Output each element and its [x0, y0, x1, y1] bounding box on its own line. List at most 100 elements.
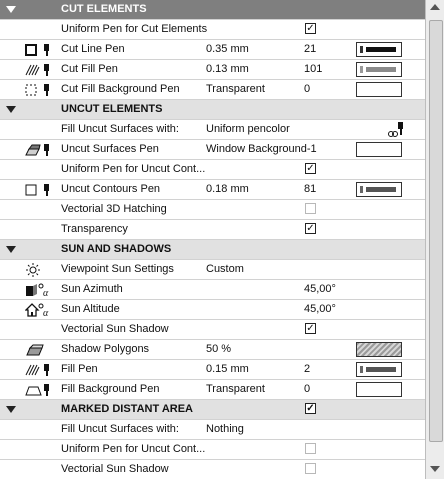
row-label: Fill Uncut Surfaces with: — [61, 123, 179, 135]
row-label: Transparency — [61, 223, 128, 235]
row-uniform-pen-cut[interactable]: Uniform Pen for Cut Elements ✓ — [0, 20, 425, 40]
row-label: Uncut Contours Pen — [61, 183, 161, 195]
row-label: Vectorial 3D Hatching — [61, 203, 167, 215]
row-label: Vectorial Sun Shadow — [61, 463, 169, 475]
shadow-percent[interactable]: 50 % — [206, 343, 231, 355]
pen-color-value: Window Background-1 — [206, 143, 317, 155]
row-label: Uncut Surfaces Pen — [61, 143, 159, 155]
fill-pen-icon — [25, 64, 49, 76]
pen-number: 0 — [304, 83, 311, 95]
row-sun-altitude[interactable]: α Sun Altitude 45,00° — [0, 300, 425, 320]
row-fill-uncut-surfaces[interactable]: Fill Uncut Surfaces with: Uniform pencol… — [0, 120, 425, 140]
row-transparency[interactable]: Transparency ✓ — [0, 220, 425, 240]
surface-pen-icon — [25, 144, 49, 156]
pen-number: 81 — [304, 183, 317, 195]
transparency-checkbox[interactable]: ✓ — [305, 223, 316, 234]
section-cut-elements[interactable]: CUT ELEMENTS — [0, 0, 425, 20]
row-uncut-surfaces-pen[interactable]: Uncut Surfaces Pen Window Background-1 — [0, 140, 425, 160]
pen-weight: 0.18 mm — [206, 183, 249, 195]
row-label: Fill Uncut Surfaces with: — [61, 423, 179, 435]
sun-settings-value[interactable]: Custom — [206, 263, 244, 275]
shadow-pattern-picker[interactable] — [356, 342, 402, 357]
row-label: Uniform Pen for Uncut Cont... — [61, 163, 206, 175]
sun-azimuth-icon: α — [26, 283, 49, 297]
angle-value[interactable]: 45,00° — [304, 303, 336, 315]
vectorial-sun-shadow-checkbox[interactable]: ✓ — [305, 323, 316, 334]
row-cut-fill-pen[interactable]: Cut Fill Pen 0.13 mm 101 — [0, 60, 425, 80]
collapse-triangle-icon[interactable] — [6, 6, 16, 13]
row-label: Sun Altitude — [61, 303, 120, 315]
row-label: Fill Pen — [61, 363, 98, 375]
pen-picker-button[interactable] — [356, 382, 402, 397]
pen-weight: 0.15 mm — [206, 363, 249, 375]
pen-weight: Transparent — [206, 383, 265, 395]
marked-uniform-pen-checkbox[interactable] — [305, 443, 316, 454]
row-uniform-pen-uncut[interactable]: Uniform Pen for Uncut Cont... ✓ — [0, 160, 425, 180]
pen-picker-button[interactable] — [356, 182, 402, 197]
row-cut-line-pen[interactable]: Cut Line Pen 0.35 mm 21 — [0, 40, 425, 60]
fill-pen-icon — [25, 364, 49, 376]
row-marked-vectorial-sun-shadow[interactable]: Vectorial Sun Shadow — [0, 460, 425, 479]
collapse-triangle-icon[interactable] — [6, 406, 16, 413]
pen-weight: Transparent — [206, 83, 265, 95]
pen-weight: 0.13 mm — [206, 63, 249, 75]
collapse-triangle-icon[interactable] — [6, 246, 16, 253]
section-title: SUN AND SHADOWS — [61, 243, 172, 255]
line-pen-icon — [25, 44, 49, 56]
section-title: CUT ELEMENTS — [61, 3, 147, 15]
pen-picker-button[interactable] — [356, 362, 402, 377]
section-uncut-elements[interactable]: UNCUT ELEMENTS — [0, 100, 425, 120]
marked-vectorial-shadow-checkbox[interactable] — [305, 463, 316, 474]
row-label: Cut Fill Background Pen — [61, 83, 180, 95]
pen-picker-button[interactable] — [356, 142, 402, 157]
row-uncut-contours-pen[interactable]: Uncut Contours Pen 0.18 mm 81 — [0, 180, 425, 200]
row-label: Viewpoint Sun Settings — [61, 263, 174, 275]
uniform-pen-cut-checkbox[interactable]: ✓ — [305, 23, 316, 34]
scrollbar-thumb[interactable] — [429, 20, 443, 442]
row-vectorial-3d-hatching[interactable]: Vectorial 3D Hatching — [0, 200, 425, 220]
uniform-pen-uncut-checkbox[interactable]: ✓ — [305, 163, 316, 174]
row-label: Uniform Pen for Uncut Cont... — [61, 443, 206, 455]
section-sun-and-shadows[interactable]: SUN AND SHADOWS — [0, 240, 425, 260]
marked-distant-area-checkbox[interactable]: ✓ — [305, 403, 316, 414]
pen-weight: 0.35 mm — [206, 43, 249, 55]
settings-panel: CUT ELEMENTS Uniform Pen for Cut Element… — [0, 0, 444, 479]
scroll-down-arrow-icon[interactable] — [430, 466, 440, 472]
row-label: Cut Fill Pen — [61, 63, 118, 75]
svg-text:α: α — [43, 288, 49, 297]
background-pen-icon — [25, 384, 49, 396]
row-viewpoint-sun-settings[interactable]: Viewpoint Sun Settings Custom — [0, 260, 425, 280]
row-marked-fill-uncut-surfaces[interactable]: Fill Uncut Surfaces with: Nothing — [0, 420, 425, 440]
vertical-scrollbar[interactable] — [425, 0, 444, 479]
background-pen-icon — [25, 84, 49, 96]
angle-value[interactable]: 45,00° — [304, 283, 336, 295]
pen-picker-button[interactable] — [356, 62, 402, 77]
row-marked-uniform-pen-uncut[interactable]: Uniform Pen for Uncut Cont... — [0, 440, 425, 460]
row-cut-fill-background-pen[interactable]: Cut Fill Background Pen Transparent 0 — [0, 80, 425, 100]
section-title: UNCUT ELEMENTS — [61, 103, 163, 115]
row-shadow-fill-background-pen[interactable]: Fill Background Pen Transparent 0 — [0, 380, 425, 400]
shadow-polygon-icon — [26, 344, 44, 356]
vectorial-3d-hatching-checkbox[interactable] — [305, 203, 316, 214]
section-title: MARKED DISTANT AREA — [61, 403, 193, 415]
sun-icon — [26, 263, 40, 277]
row-sun-azimuth[interactable]: α Sun Azimuth 45,00° — [0, 280, 425, 300]
section-marked-distant-area[interactable]: MARKED DISTANT AREA ✓ — [0, 400, 425, 420]
contour-pen-icon — [25, 184, 49, 196]
pen-number: 21 — [304, 43, 317, 55]
pen-picker-button[interactable] — [356, 42, 402, 57]
row-label: Fill Background Pen — [61, 383, 160, 395]
collapse-triangle-icon[interactable] — [6, 106, 16, 113]
scroll-up-arrow-icon[interactable] — [430, 4, 440, 10]
row-label: Uniform Pen for Cut Elements — [61, 23, 208, 35]
row-shadow-polygons[interactable]: Shadow Polygons 50 % — [0, 340, 425, 360]
pen-picker-button[interactable] — [356, 82, 402, 97]
row-vectorial-sun-shadow[interactable]: Vectorial Sun Shadow ✓ — [0, 320, 425, 340]
pencolor-icon[interactable] — [386, 121, 408, 138]
svg-text:α: α — [43, 308, 49, 317]
pen-number: 101 — [304, 63, 323, 75]
row-shadow-fill-pen[interactable]: Fill Pen 0.15 mm 2 — [0, 360, 425, 380]
fill-mode-value[interactable]: Uniform pencolor — [206, 123, 290, 135]
sun-altitude-icon: α — [25, 303, 49, 317]
fill-mode-value[interactable]: Nothing — [206, 423, 244, 435]
